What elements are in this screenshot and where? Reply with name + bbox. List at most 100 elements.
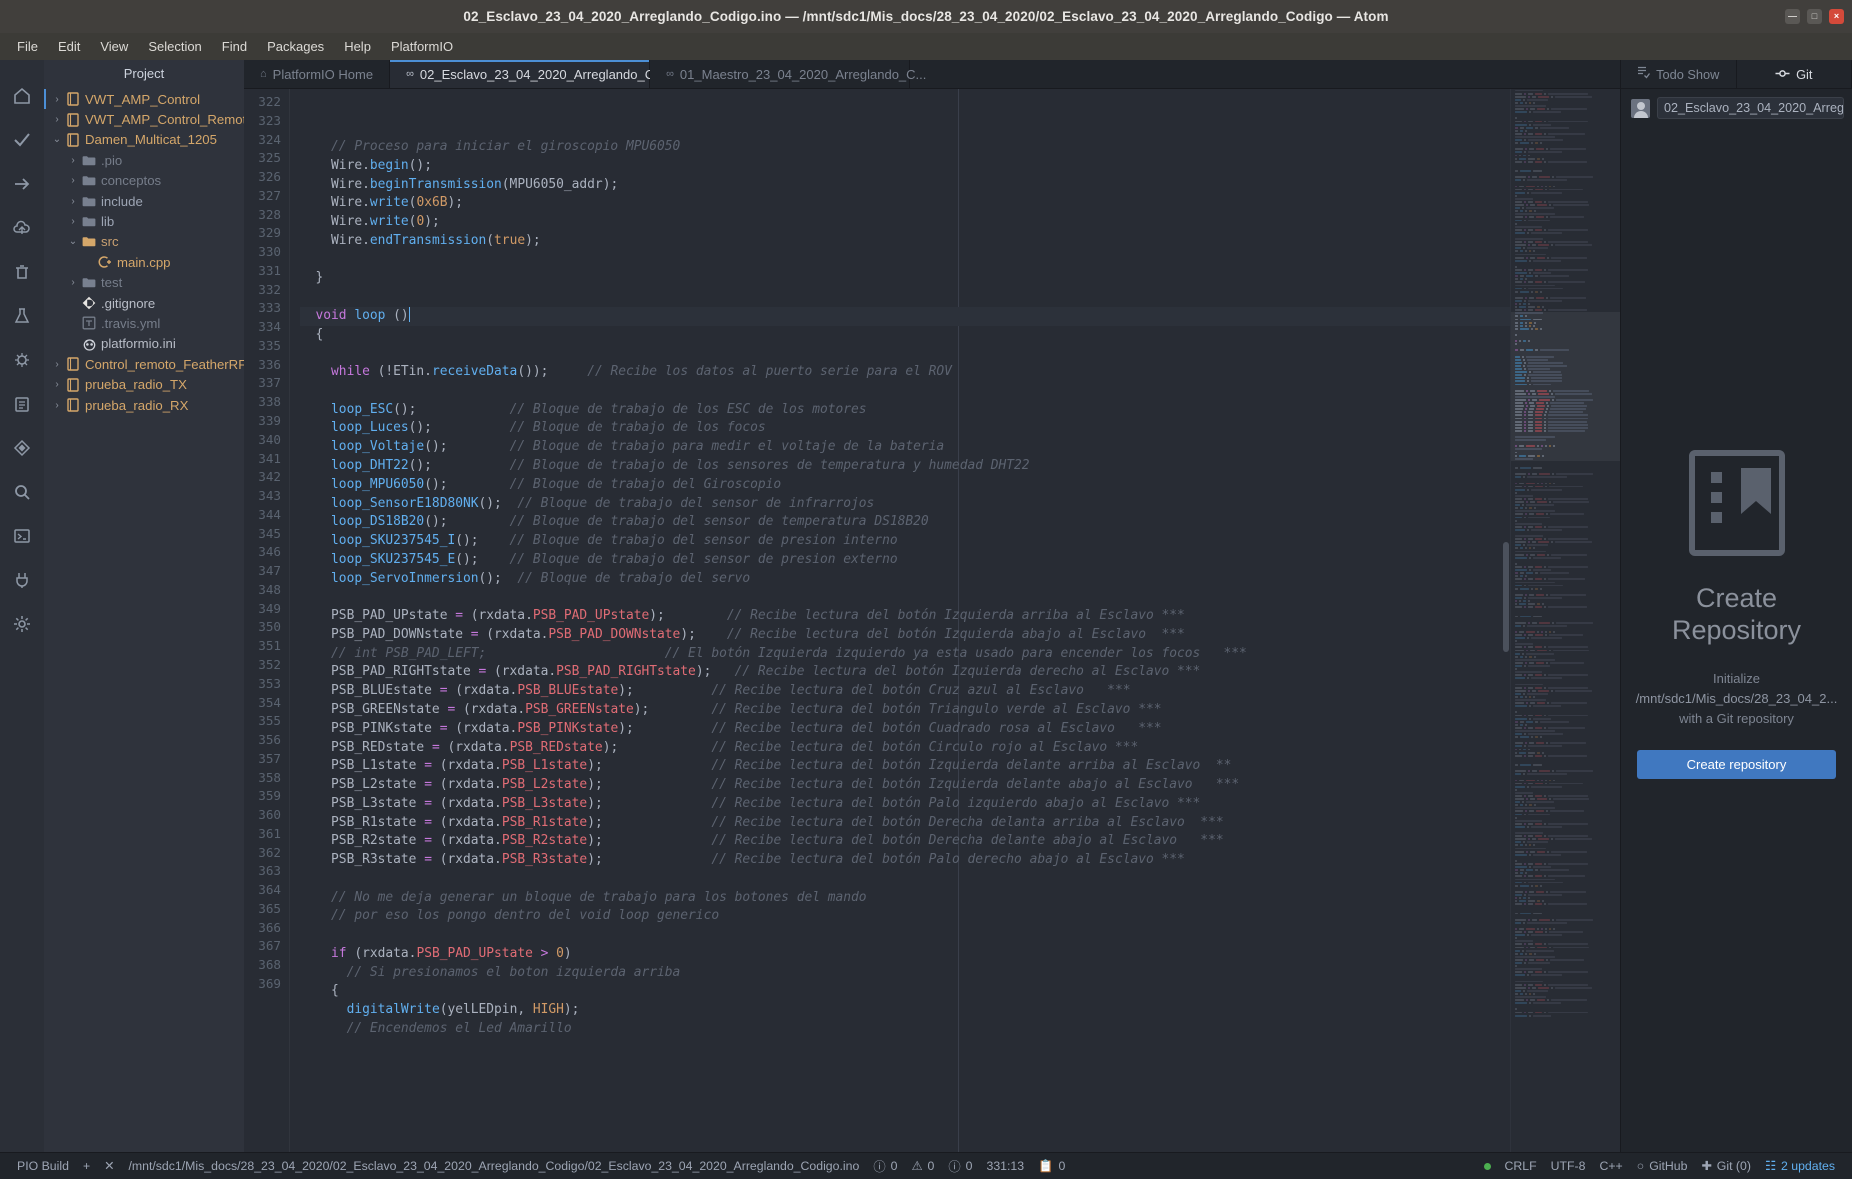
chevron-icon[interactable]: › [66,155,80,166]
code-line[interactable]: PSB_PINKstate = (rxdata.PSB_PINKstate); … [300,720,1510,739]
code-line[interactable]: loop_SensorE18D80NK(); // Bloque de trab… [300,495,1510,514]
tree-item-src[interactable]: ⌄ src [44,232,244,252]
status-github[interactable]: ○ GitHub [1630,1159,1695,1173]
chevron-icon[interactable]: ⌄ [66,236,80,247]
minimize-button[interactable]: — [1785,9,1800,24]
code-line[interactable] [300,870,1510,889]
check-icon[interactable] [0,118,44,162]
code-line[interactable]: void loop () [300,306,1510,326]
editor-tab[interactable]: ∞ 01_Maestro_23_04_2020_Arreglando_C... [650,60,926,88]
right-dock-panel[interactable]: Todo Show Git 02_Esclavo_23_04_2020_Arreg… [1620,60,1852,1152]
chevron-icon[interactable]: › [50,400,64,411]
menu-item-find[interactable]: Find [213,35,256,58]
search-icon[interactable] [0,470,44,514]
tree-item-prueba-radio-tx[interactable]: › prueba_radio_TX [44,374,244,394]
chevron-icon[interactable]: › [66,175,80,186]
tree-item-control-remoto-featherrfm95[interactable]: › Control_remoto_FeatherRFM95 [44,354,244,374]
code-line[interactable]: PSB_L2state = (rxdata.PSB_L2state); // R… [300,776,1510,795]
code-line[interactable]: while (!ETin.receiveData()); // Recibe l… [300,363,1510,382]
menu-item-file[interactable]: File [8,35,47,58]
editor-tab[interactable]: ⌂ PlatformIO Home [244,60,391,88]
library-icon[interactable] [0,426,44,470]
tree-item-vwt-amp-control[interactable]: › VWT_AMP_Control [44,89,244,110]
code-line[interactable]: digitalWrite(yelLEDpin, HIGH); [300,1001,1510,1020]
home-icon[interactable] [0,74,44,118]
tree-item-test[interactable]: › test [44,273,244,293]
code-line[interactable]: PSB_R3state = (rxdata.PSB_R3state); // R… [300,851,1510,870]
status-file-path[interactable]: /mnt/sdc1/Mis_docs/28_23_04_2020/02_Escl… [121,1159,866,1173]
chevron-icon[interactable]: › [66,216,80,227]
code-line[interactable]: loop_SKU237545_E(); // Bloque de trabajo… [300,551,1510,570]
tree-item-include[interactable]: › include [44,191,244,211]
close-button[interactable]: × [1829,9,1844,24]
terminal-icon[interactable] [0,514,44,558]
menu-item-platformio[interactable]: PlatformIO [382,35,462,58]
status-cursor-position[interactable]: 331:13 [980,1159,1032,1173]
editor-minimap[interactable] [1510,89,1620,1152]
code-line[interactable]: loop_ESC(); // Bloque de trabajo de los … [300,401,1510,420]
status-warnings[interactable]: ⚠ 0 [904,1159,941,1173]
editor-vertical-scrollbar[interactable] [1503,542,1509,653]
tree-item-conceptos[interactable]: › conceptos [44,171,244,191]
create-repository-button[interactable]: Create repository [1637,749,1836,779]
code-line[interactable]: PSB_PAD_UPstate = (rxdata.PSB_PAD_UPstat… [300,607,1510,626]
tree-item-vwt-amp-control-remoto[interactable]: › VWT_AMP_Control_Remoto [44,109,244,129]
code-line[interactable] [300,926,1510,945]
maximize-button[interactable]: □ [1807,9,1822,24]
code-line[interactable] [300,382,1510,401]
status-todo[interactable]: 📋 0 [1031,1159,1072,1174]
tree-item-gitignore[interactable]: .gitignore [44,293,244,313]
code-line[interactable]: Wire.begin(); [300,157,1510,176]
clipboard-icon[interactable] [0,382,44,426]
status-errors[interactable]: ⓘ 0 [866,1157,904,1175]
code-line[interactable]: PSB_PAD_DOWNstate = (rxdata.PSB_PAD_DOWN… [300,626,1510,645]
code-line[interactable]: // Proceso para iniciar el giroscopio MP… [300,138,1510,157]
editor-area[interactable]: 322 323 324 325 326 327 328 329 330 331 332 333 334 3… [244,89,1620,1152]
project-tree-panel[interactable]: Project › VWT_AMP_Control › VWT_AMP_Control… [44,60,244,1152]
chevron-icon[interactable]: ⌄ [50,134,64,145]
trash-icon[interactable] [0,250,44,294]
code-line[interactable]: // No me deja generar un bloque de traba… [300,889,1510,908]
menu-item-edit[interactable]: Edit [49,35,89,58]
menu-item-packages[interactable]: Packages [258,35,333,58]
code-line[interactable]: PSB_L3state = (rxdata.PSB_L3state); // R… [300,795,1510,814]
code-line[interactable]: PSB_L1state = (rxdata.PSB_L1state); // R… [300,757,1510,776]
tree-item-pio[interactable]: › .pio [44,150,244,170]
status-close-pane-icon[interactable]: ✕ [97,1159,121,1173]
code-line[interactable]: // por eso los pongo dentro del void loo… [300,907,1510,926]
plug-icon[interactable] [0,558,44,602]
code-line[interactable] [300,588,1510,607]
code-line[interactable]: // Encendemos el Led Amarillo [300,1020,1510,1039]
code-line[interactable]: } [300,269,1510,288]
code-line[interactable]: loop_DS18B20(); // Bloque de trabajo del… [300,513,1510,532]
tree-item-lib[interactable]: › lib [44,211,244,231]
code-line[interactable]: PSB_R2state = (rxdata.PSB_R2state); // R… [300,832,1510,851]
code-line[interactable]: loop_Voltaje(); // Bloque de trabajo par… [300,438,1510,457]
code-line[interactable]: PSB_BLUEstate = (rxdata.PSB_BLUEstate); … [300,682,1510,701]
code-line[interactable]: Wire.beginTransmission(MPU6050_addr); [300,176,1510,195]
arrow-right-icon[interactable] [0,162,44,206]
chevron-icon[interactable]: › [50,379,64,390]
code-line[interactable]: // int PSB_PAD_LEFT; // El botón Izquier… [300,645,1510,664]
menu-item-help[interactable]: Help [335,35,380,58]
tree-item-damen-multicat-1205[interactable]: ⌄ Damen_Multicat_1205 [44,130,244,150]
dock-tab-git[interactable]: Git [1736,60,1852,88]
code-line[interactable]: Wire.write(0x6B); [300,194,1510,213]
code-line[interactable]: loop_SKU237545_I(); // Bloque de trabajo… [300,532,1510,551]
debug-icon[interactable] [0,338,44,382]
tree-item-platformio-ini[interactable]: platformio.ini [44,334,244,354]
code-line[interactable]: { [300,326,1510,345]
code-line[interactable]: Wire.write(0); [300,213,1510,232]
status-pio-build[interactable]: PIO Build [10,1159,76,1173]
status-add-pane-icon[interactable]: + [76,1159,97,1173]
code-line[interactable]: if (rxdata.PSB_PAD_UPstate > 0) [300,945,1510,964]
menu-item-selection[interactable]: Selection [139,35,210,58]
status-updates[interactable]: ☷ 2 updates [1758,1159,1842,1173]
chevron-icon[interactable]: › [50,359,64,370]
code-line[interactable]: loop_ServoInmersion(); // Bloque de trab… [300,570,1510,589]
code-line[interactable] [300,344,1510,363]
code-line[interactable]: // Si presionamos el boton izquierda arr… [300,964,1510,983]
menu-item-view[interactable]: View [91,35,137,58]
editor-tab-active[interactable]: ∞ 02_Esclavo_23_04_2020_Arreglando_C... [390,60,665,88]
cloud-upload-icon[interactable] [0,206,44,250]
